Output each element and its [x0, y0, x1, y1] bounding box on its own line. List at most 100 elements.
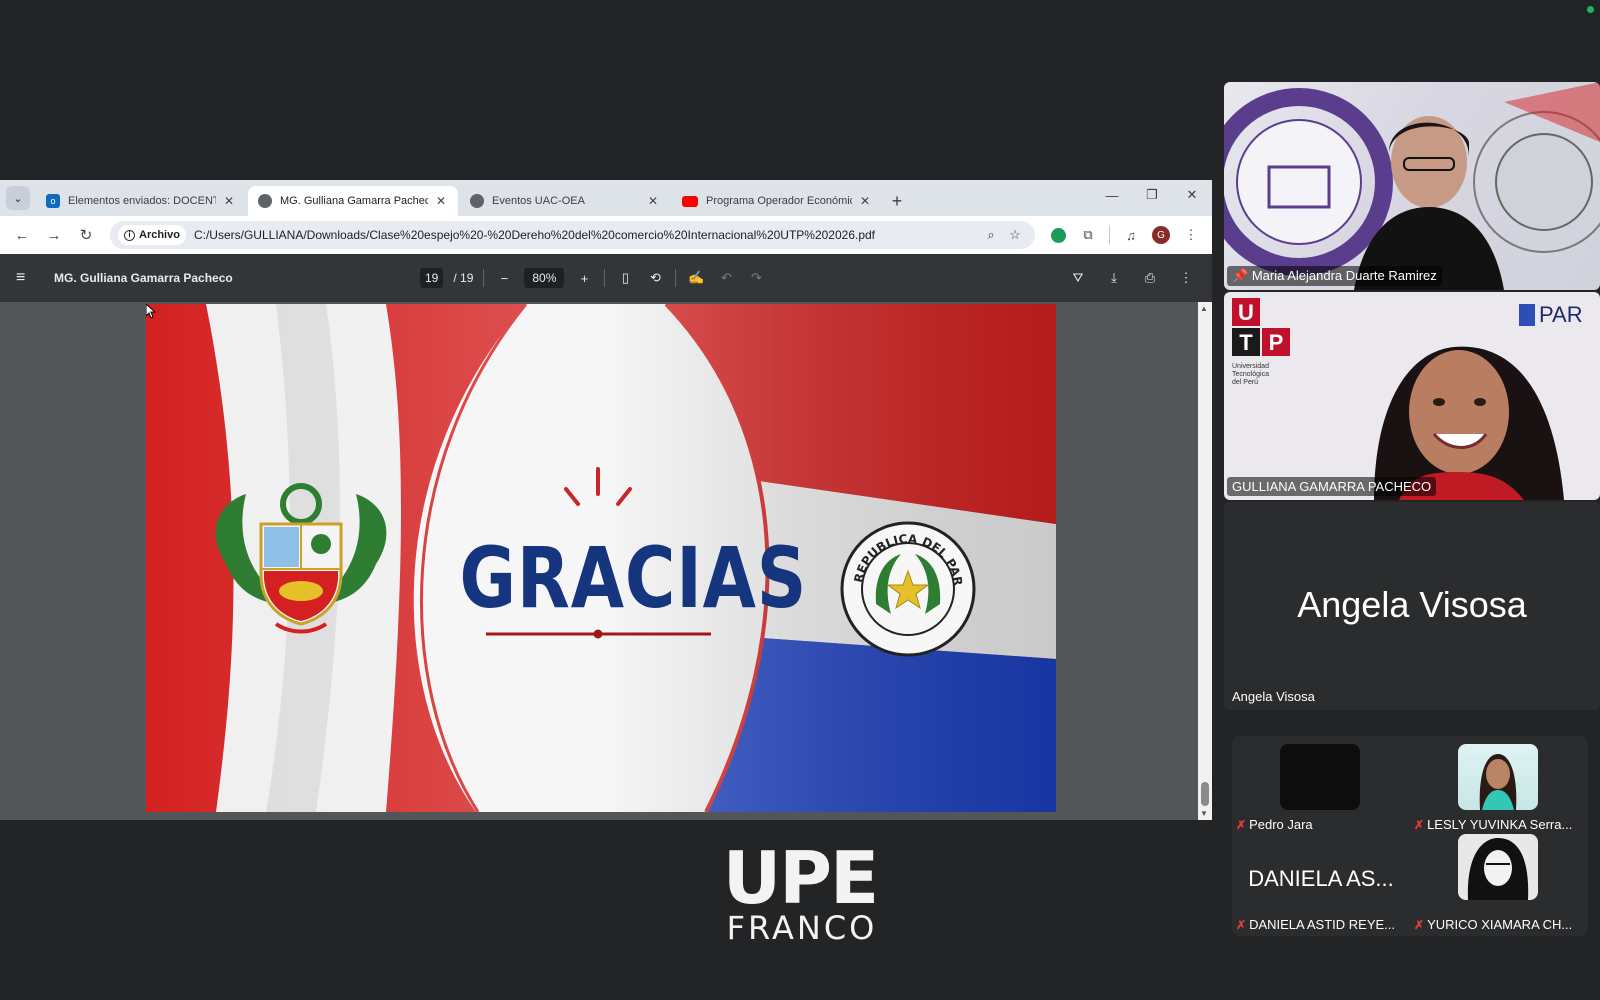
pin-icon: 📌 [1232, 268, 1252, 283]
pdf-toolbar: ≡ MG. Gulliana Gamarra Pacheco 19 / 19 −… [0, 254, 1212, 302]
close-icon[interactable]: ✕ [434, 194, 448, 208]
scroll-thumb[interactable] [1201, 782, 1209, 806]
pdf-viewport[interactable]: REPUBLICA DEL PARAGUAY GRACIAS ▲ ▼ [0, 302, 1212, 820]
zoom-in-icon[interactable]: + [574, 271, 594, 286]
participant-name: ✗ LESLY YUVINKA Serra... [1414, 817, 1572, 832]
video-tile-gulliana[interactable]: U T P Universidad Tecnológica del Perú P… [1224, 292, 1600, 500]
restore-icon[interactable]: ❐ [1132, 180, 1172, 210]
zoom-out-icon[interactable]: − [494, 271, 514, 286]
drive-save-icon[interactable]: ⛛ [1068, 270, 1088, 286]
puzzle-icon[interactable]: ⧉ [1075, 222, 1101, 248]
svg-text:del Perú: del Perú [1232, 379, 1258, 386]
tab-youtube[interactable]: Programa Operador Económico ✕ [672, 186, 882, 216]
participant-name: ✗ DANIELA ASTID REYE... [1236, 917, 1395, 932]
mouse-cursor-icon [146, 304, 156, 318]
rotate-icon[interactable]: ⟲ [645, 270, 665, 286]
close-window-icon[interactable]: ✕ [1172, 180, 1212, 210]
pdf-controls: 19 / 19 − 80% + ▯ ⟲ ✍ ↶ ↷ [420, 268, 766, 288]
redo-icon[interactable]: ↷ [746, 270, 766, 286]
profile-initial: G [1152, 226, 1170, 244]
tab-title: Elementos enviados: DOCENTE [68, 195, 216, 207]
media-icon[interactable]: ♫ [1118, 222, 1144, 248]
avatar [1458, 744, 1538, 810]
tab-strip: ⌄ o Elementos enviados: DOCENTE ✕ MG. Gu… [0, 180, 1212, 216]
info-icon: i [124, 229, 135, 241]
tab-elementos-enviados[interactable]: o Elementos enviados: DOCENTE ✕ [36, 186, 246, 216]
scroll-down-icon[interactable]: ▼ [1200, 809, 1208, 818]
back-icon[interactable]: ← [8, 221, 36, 249]
scroll-up-icon[interactable]: ▲ [1200, 304, 1208, 313]
profile-avatar[interactable]: G [1148, 222, 1174, 248]
draw-icon[interactable]: ✍ [686, 270, 706, 286]
tab-pdf-active[interactable]: MG. Gulliana Gamarra Pacheco ✕ [248, 186, 458, 216]
upe-franco-logo: UPE FRANCO [700, 842, 900, 947]
reload-icon[interactable]: ↻ [72, 221, 100, 249]
participant-name-text: Maria Alejandra Duarte Ramirez [1251, 268, 1437, 283]
close-icon[interactable]: ✕ [646, 194, 660, 208]
close-icon[interactable]: ✕ [222, 194, 236, 208]
tab-title: Eventos UAC-OEA [492, 195, 585, 207]
extension-icon[interactable] [1045, 222, 1071, 248]
browser-toolbar: ← → ↻ i Archivo C:/Users/GULLIANA/Downlo… [0, 216, 1212, 254]
video-tile-angela[interactable]: Angela Visosa Angela Visosa [1224, 502, 1600, 710]
site-info-chip[interactable]: i Archivo [118, 225, 186, 245]
svg-text:Tecnológica: Tecnológica [1232, 371, 1269, 378]
divider [483, 269, 485, 287]
svg-text:T: T [1239, 330, 1253, 355]
outlook-icon: o [46, 194, 60, 208]
avatar [1280, 744, 1360, 810]
browser-window: ⌄ o Elementos enviados: DOCENTE ✕ MG. Gu… [0, 180, 1212, 820]
mic-off-icon: ✗ [1414, 917, 1425, 932]
print-icon[interactable]: ⎙ [1140, 270, 1160, 286]
participant-name-text: Pedro Jara [1249, 817, 1313, 832]
avatar [1458, 834, 1538, 900]
undo-icon[interactable]: ↶ [716, 270, 736, 286]
hamburger-menu-icon[interactable]: ≡ [16, 269, 40, 287]
star-icon[interactable]: ☆ [1003, 227, 1027, 243]
site-chip-label: Archivo [139, 229, 180, 241]
address-bar[interactable]: i Archivo C:/Users/GULLIANA/Downloads/Cl… [110, 221, 1035, 249]
svg-text:P: P [1269, 330, 1284, 355]
url-text[interactable]: C:/Users/GULLIANA/Downloads/Clase%20espe… [194, 228, 979, 242]
participant-tile-lesly[interactable]: ✗ LESLY YUVINKA Serra... [1410, 736, 1588, 836]
participant-name-text: DANIELA ASTID REYE... [1249, 917, 1396, 932]
logo-line2: FRANCO [726, 909, 878, 947]
tab-eventos[interactable]: Eventos UAC-OEA ✕ [460, 186, 670, 216]
zoom-icon[interactable]: ⌕ [979, 227, 1003, 243]
globe-icon [258, 194, 272, 208]
svg-text:Universidad: Universidad [1232, 363, 1269, 370]
menu-kebab-icon[interactable]: ⋮ [1178, 222, 1204, 248]
new-tab-button[interactable]: + [884, 186, 910, 216]
page-number-input[interactable]: 19 [420, 268, 444, 288]
divider [675, 269, 677, 287]
zoom-level-input[interactable]: 80% [524, 268, 565, 288]
toolbar-divider [1109, 226, 1110, 244]
mic-off-icon: ✗ [1236, 917, 1247, 932]
participant-name: ✗ YURICO XIAMARA CH... [1414, 917, 1572, 932]
status-dot [1587, 6, 1594, 13]
globe-icon [470, 194, 484, 208]
pdf-actions: ⛛ ⤓ ⎙ ⋮ [1068, 270, 1196, 286]
download-icon[interactable]: ⤓ [1104, 270, 1124, 286]
divider [604, 269, 606, 287]
tab-title: Programa Operador Económico [706, 195, 852, 207]
svg-text:PAR: PAR [1539, 302, 1583, 327]
participant-name: Angela Visosa [1232, 689, 1315, 704]
close-icon[interactable]: ✕ [858, 194, 872, 208]
video-feed [1224, 82, 1600, 290]
mic-off-icon: ✗ [1414, 817, 1425, 832]
participant-tile-yurico[interactable]: ✗ YURICO XIAMARA CH... [1410, 834, 1588, 936]
window-controls: — ❐ ✕ [1092, 180, 1212, 210]
minimize-icon[interactable]: — [1092, 180, 1132, 210]
pdf-scrollbar[interactable]: ▲ ▼ [1198, 302, 1212, 820]
video-tile-maria[interactable]: 📌 Maria Alejandra Duarte Ramirez [1224, 82, 1600, 290]
tab-search-button[interactable]: ⌄ [6, 186, 30, 210]
pdf-title: MG. Gulliana Gamarra Pacheco [54, 271, 233, 285]
participant-tile-daniela[interactable]: DANIELA AS... ✗ DANIELA ASTID REYE... [1232, 836, 1410, 936]
fit-page-icon[interactable]: ▯ [615, 270, 635, 286]
more-options-icon[interactable]: ⋮ [1176, 270, 1196, 286]
forward-icon[interactable]: → [40, 221, 68, 249]
svg-text:U: U [1238, 300, 1254, 325]
participant-grid: ✗ Pedro Jara ✗ LESLY YUVINKA Serra... DANI… [1232, 736, 1588, 936]
participant-tile-pedro[interactable]: ✗ Pedro Jara [1232, 736, 1410, 836]
